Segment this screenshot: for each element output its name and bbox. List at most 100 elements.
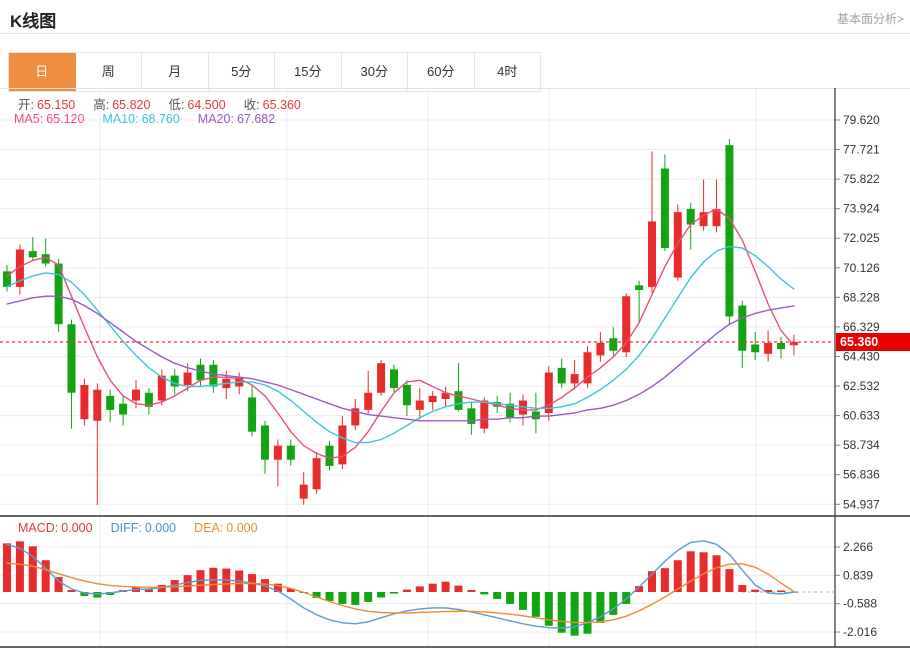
y-axis-label: 62.532 [843, 379, 880, 393]
legend-label: 收: [244, 98, 260, 112]
legend-label: 开: [18, 98, 34, 112]
tab-15min[interactable]: 15分 [275, 53, 342, 91]
macd-histogram-bar [364, 592, 372, 602]
page-title: K线图 [10, 7, 56, 32]
macd-histogram-bar [584, 592, 592, 634]
candle-down [532, 411, 540, 419]
legend-label: MA10: [102, 112, 138, 126]
tab-day[interactable]: 日 [9, 53, 76, 91]
candle-up [764, 343, 772, 354]
macd-histogram-bar [480, 592, 488, 594]
macd-histogram-bar [622, 592, 630, 604]
macd-histogram-bar [687, 551, 695, 592]
macd-histogram-bar [29, 546, 37, 592]
header-divider [0, 33, 910, 34]
macd-histogram-bar [661, 568, 669, 592]
macd-histogram-bar [326, 592, 334, 601]
macd-histogram-bar [519, 592, 527, 610]
macd-histogram-bar [93, 592, 101, 598]
candle-up [184, 373, 192, 385]
macd-histogram-bar [713, 555, 721, 592]
current-price-tag: 65.360 [836, 333, 910, 351]
tab-5min[interactable]: 5分 [209, 53, 276, 91]
candle-down [635, 285, 643, 290]
macd-histogram-bar [532, 592, 540, 617]
candle-down [209, 365, 217, 387]
legend-label: DIFF: [111, 521, 142, 535]
y-axis-label: 75.822 [843, 172, 880, 186]
candle-down [467, 408, 475, 424]
candle-down [29, 251, 37, 257]
fundamental-analysis-link[interactable]: 基本面分析> [837, 10, 904, 27]
candle-up [571, 374, 579, 383]
candle-up [596, 343, 604, 355]
candle-up [674, 212, 682, 277]
tab-60min[interactable]: 60分 [408, 53, 475, 91]
macd-histogram-bar [442, 582, 450, 592]
candle-down [197, 365, 205, 381]
y-axis-label: 54.937 [843, 497, 880, 511]
tab-month[interactable]: 月 [142, 53, 209, 91]
page-header: K线图 基本面分析> [0, 0, 910, 33]
tab-30min[interactable]: 30分 [342, 53, 409, 91]
macd-histogram-bar [429, 584, 437, 592]
legend-label: MACD: [18, 521, 58, 535]
kline-chart-area[interactable]: 79.62077.72175.82273.92472.02570.12668.2… [0, 88, 910, 650]
candle-up [364, 393, 372, 410]
macd-legend: MACD:0.000DIFF:0.000DEA:0.000 [18, 521, 276, 535]
ohlc-legend: 开:65.150高:65.820低:64.500收:65.360 [18, 94, 319, 113]
candle-up [93, 390, 101, 421]
macd-histogram-bar [416, 586, 424, 592]
macd-histogram-bar [751, 590, 759, 592]
legend-label: 高: [93, 98, 109, 112]
candle-up [313, 458, 321, 489]
candle-down [609, 338, 617, 350]
legend-value: 0.000 [226, 521, 257, 535]
macd-axis-label: 0.839 [843, 568, 873, 582]
macd-axis-label: -2.016 [843, 625, 877, 639]
tab-4hour[interactable]: 4时 [475, 53, 542, 91]
candle-down [171, 376, 179, 387]
macd-histogram-bar [571, 592, 579, 636]
macd-histogram-bar [558, 592, 566, 633]
candle-up [429, 396, 437, 402]
legend-value: 0.000 [145, 521, 176, 535]
candle-up [300, 485, 308, 499]
candle-down [119, 404, 127, 415]
legend-value: 65.360 [263, 98, 301, 112]
legend-value: 68.760 [142, 112, 180, 126]
legend-value: 64.500 [187, 98, 225, 112]
kline-chart-canvas[interactable]: 79.62077.72175.82273.92472.02570.12668.2… [0, 88, 910, 650]
ma-legend: MA5:65.120MA10:68.760MA20:67.682 [14, 112, 293, 126]
y-axis-label: 64.430 [843, 349, 880, 363]
legend-label: 低: [168, 98, 184, 112]
y-axis-label: 58.734 [843, 438, 880, 452]
candle-down [725, 145, 733, 316]
legend-label: MA20: [198, 112, 234, 126]
y-axis-label: 79.620 [843, 113, 880, 127]
candle-up [158, 376, 166, 401]
legend-value: 65.820 [112, 98, 150, 112]
macd-histogram-bar [506, 592, 514, 604]
macd-histogram-bar [738, 585, 746, 592]
macd-histogram-bar [3, 543, 11, 592]
candle-up [338, 425, 346, 464]
candle-down [287, 446, 295, 460]
macd-axis-label: -0.588 [843, 597, 877, 611]
candle-down [751, 344, 759, 352]
interval-tabs: 日周月5分15分30分60分4时 [8, 52, 541, 92]
macd-histogram-bar [455, 586, 463, 592]
y-axis-label: 60.633 [843, 409, 880, 423]
candle-up [377, 363, 385, 393]
candle-down [738, 306, 746, 351]
y-axis-label: 68.228 [843, 290, 880, 304]
macd-histogram-bar [351, 592, 359, 605]
candle-up [274, 446, 282, 460]
legend-label: DEA: [194, 521, 223, 535]
candle-down [68, 324, 76, 393]
macd-histogram-bar [390, 592, 398, 594]
candle-down [403, 385, 411, 405]
tab-week[interactable]: 周 [76, 53, 143, 91]
y-axis-label: 66.329 [843, 320, 880, 334]
candle-down [326, 446, 334, 466]
